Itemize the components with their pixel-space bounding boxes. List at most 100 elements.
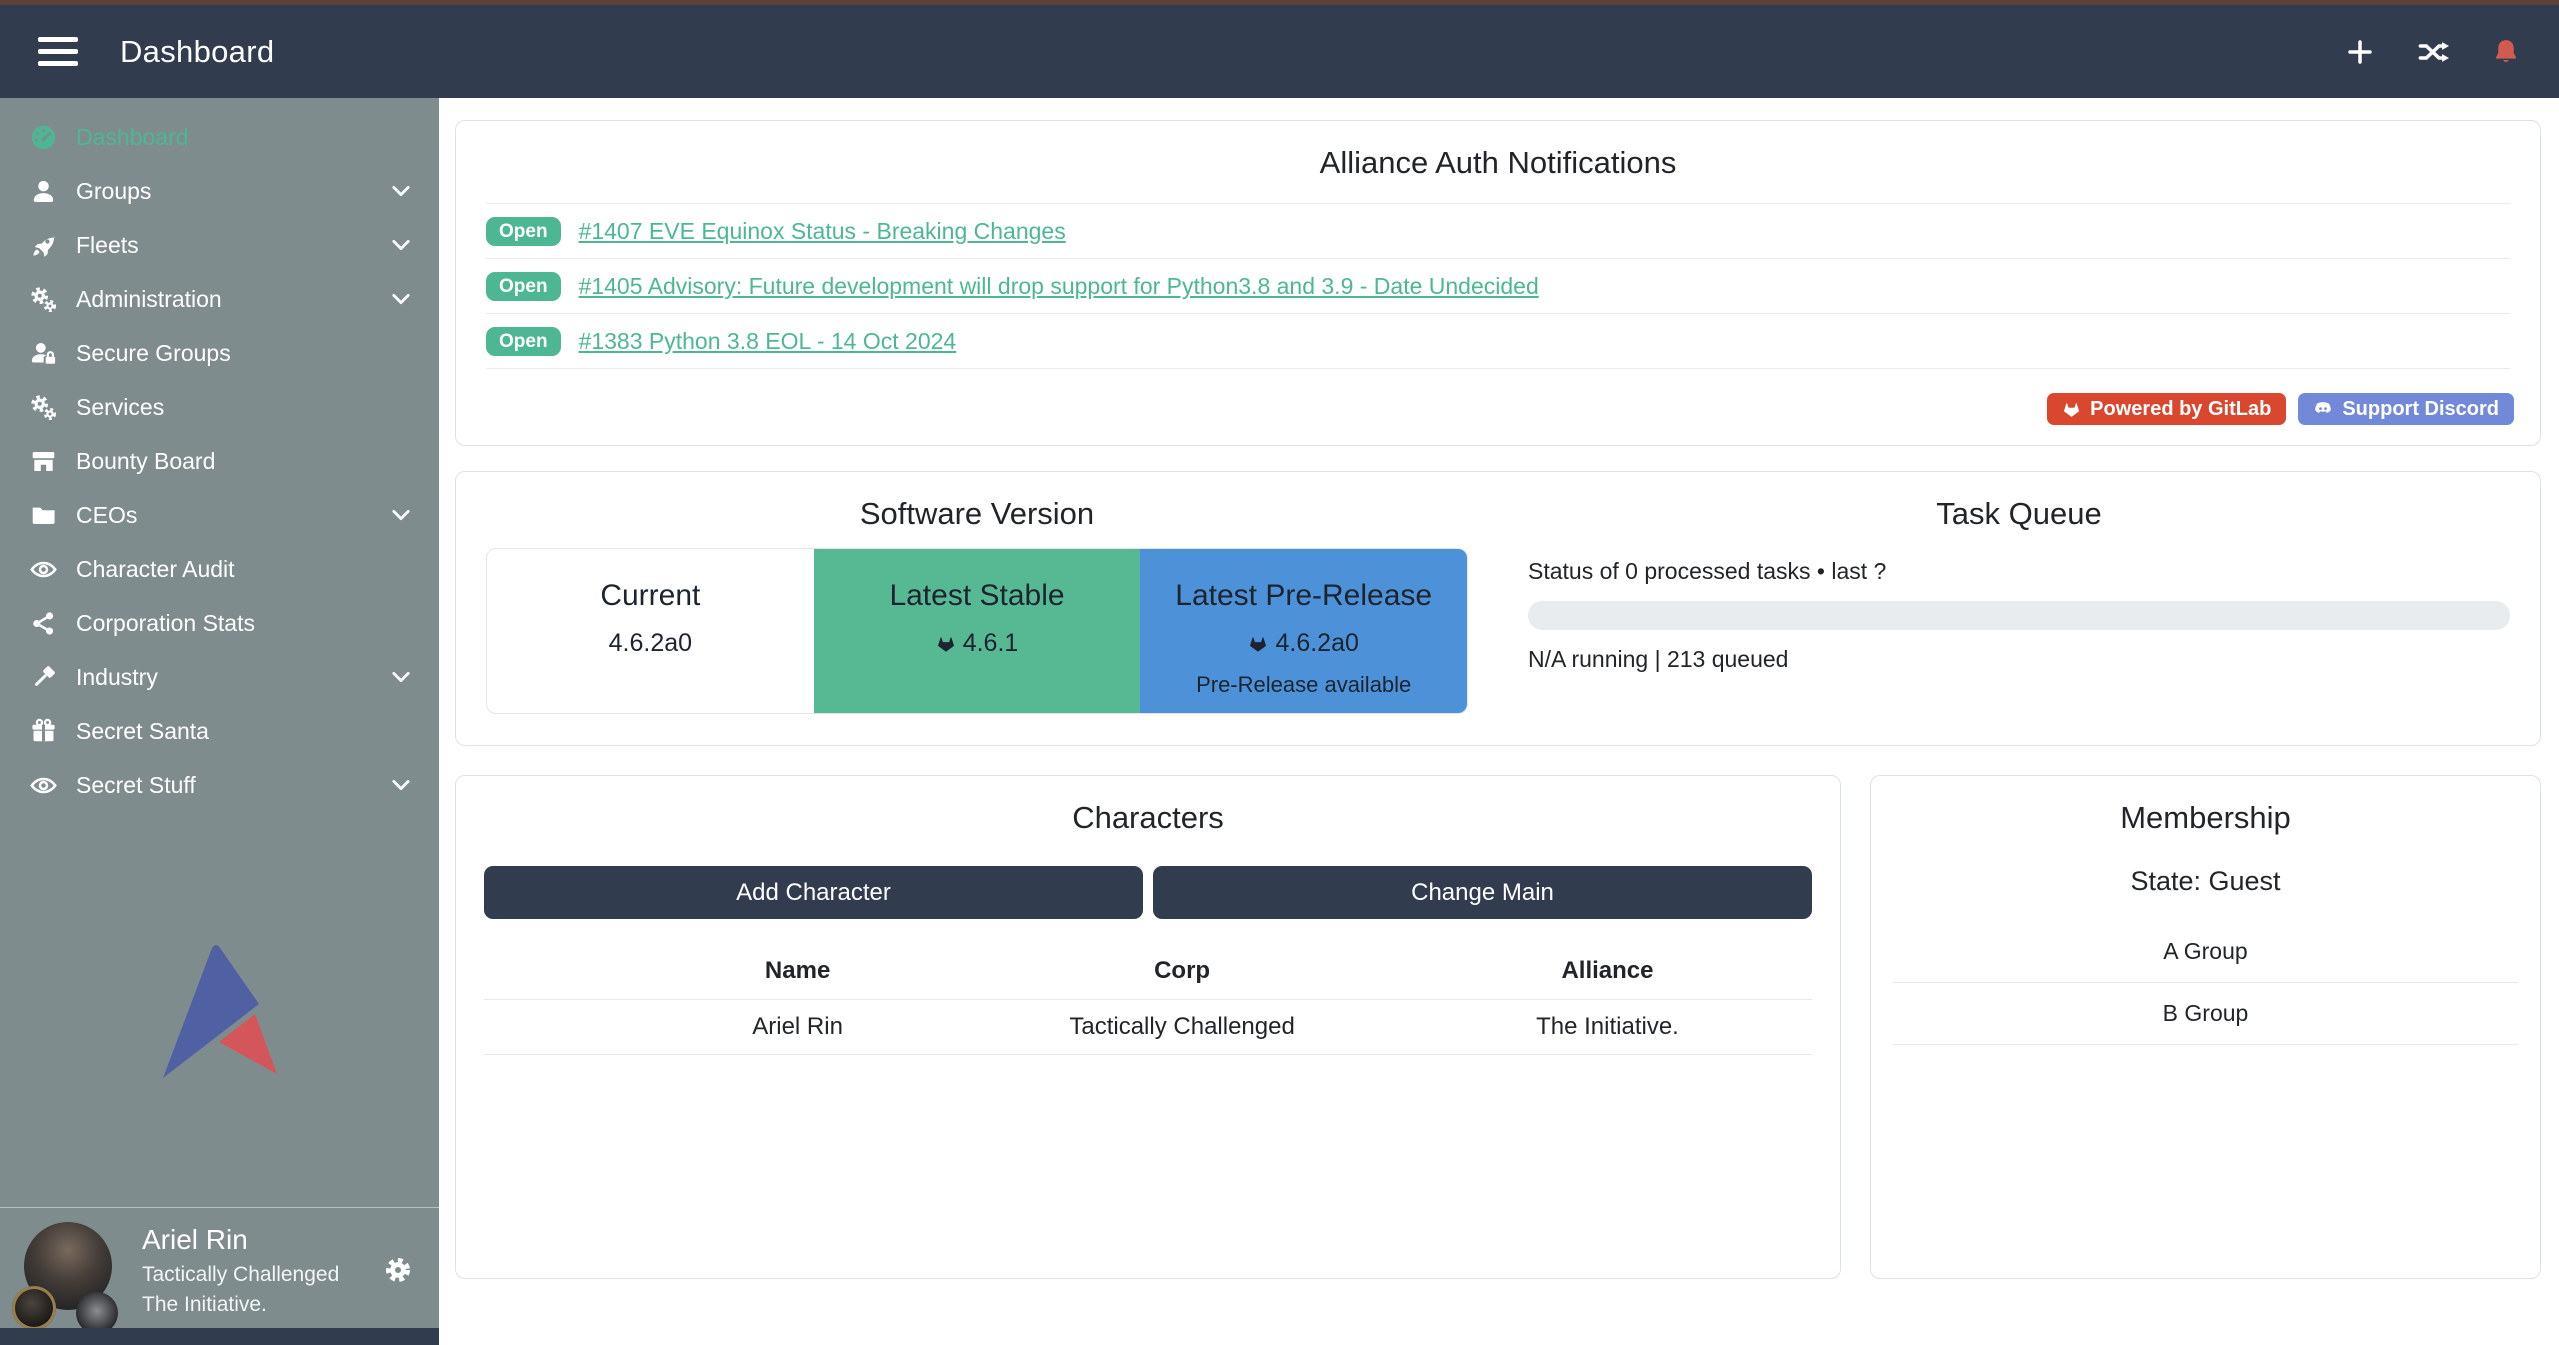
list-item: A Group	[1893, 921, 2518, 983]
chevron-down-icon	[389, 287, 413, 311]
header-name: Name	[634, 957, 961, 985]
task-queue-status: Status of 0 processed tasks • last ?	[1528, 558, 2510, 585]
membership-panel: Membership State: Guest A Group B Group	[1870, 775, 2541, 1279]
version-note: Pre-Release available	[1140, 672, 1467, 698]
sidebar-item-label: Groups	[76, 178, 151, 205]
gitlab-badge[interactable]: Powered by GitLab	[2047, 393, 2286, 425]
sidebar-item-services[interactable]: Services	[0, 380, 439, 434]
folder-icon	[30, 502, 76, 529]
sidebar-item-character-audit[interactable]: Character Audit	[0, 542, 439, 596]
version-col-label: Latest Pre-Release	[1140, 579, 1467, 613]
membership-group-list: A Group B Group	[1893, 921, 2518, 1045]
status-badge: Open	[486, 327, 561, 356]
sidebar-item-industry[interactable]: Industry	[0, 650, 439, 704]
app-root: Dashboard	[0, 0, 2559, 1345]
gitlab-tanuki-icon	[2062, 400, 2081, 419]
discord-badge-label: Support Discord	[2342, 399, 2499, 419]
cell-corp: Tactically Challenged	[961, 1013, 1403, 1041]
sidebar-user-panel: Ariel Rin Tactically Challenged The Init…	[0, 1207, 439, 1328]
share-icon	[30, 610, 76, 637]
sidebar-item-label: Bounty Board	[76, 448, 215, 475]
user-corp: Tactically Challenged	[142, 1262, 339, 1288]
sidebar-item-administration[interactable]: Administration	[0, 272, 439, 326]
sidebar-item-label: Character Audit	[76, 556, 235, 583]
version-col-label: Latest Stable	[814, 579, 1141, 613]
alliance-auth-logo	[0, 812, 439, 1207]
sidebar-item-secret-santa[interactable]: Secret Santa	[0, 704, 439, 758]
notifications-panel: Alliance Auth Notifications Open #1407 E…	[455, 120, 2541, 446]
notification-link[interactable]: #1405 Advisory: Future development will …	[579, 273, 1539, 300]
gitlab-tanuki-icon	[936, 634, 956, 654]
top-navbar: Dashboard	[0, 0, 2559, 98]
notifications-list: Open #1407 EVE Equinox Status - Breaking…	[486, 203, 2510, 369]
list-item: B Group	[1893, 983, 2518, 1045]
sidebar-item-dashboard[interactable]: Dashboard	[0, 110, 439, 164]
menu-toggle-icon[interactable]	[38, 37, 78, 66]
notification-link[interactable]: #1383 Python 3.8 EOL - 14 Oct 2024	[579, 328, 957, 355]
chevron-down-icon	[389, 179, 413, 203]
gears-icon	[30, 394, 76, 421]
rocket-icon	[30, 232, 76, 259]
sidebar-item-label: Industry	[76, 664, 158, 691]
page-title: Dashboard	[120, 34, 274, 70]
change-main-button[interactable]: Change Main	[1153, 866, 1812, 919]
settings-gear-icon[interactable]	[383, 1255, 413, 1285]
corp-logo	[12, 1286, 56, 1330]
version-col-label: Current	[487, 579, 814, 613]
sidebar-item-secret-stuff[interactable]: Secret Stuff	[0, 758, 439, 812]
notification-row: Open #1407 EVE Equinox Status - Breaking…	[486, 204, 2510, 259]
sidebar-item-groups[interactable]: Groups	[0, 164, 439, 218]
sidebar-item-corporation-stats[interactable]: Corporation Stats	[0, 596, 439, 650]
sidebar-item-bounty-board[interactable]: Bounty Board	[0, 434, 439, 488]
task-queue-title: Task Queue	[1528, 472, 2510, 532]
version-value: 4.6.1	[963, 629, 1019, 658]
chevron-down-icon	[389, 503, 413, 527]
software-version-title: Software Version	[486, 472, 1468, 532]
version-value: 4.6.2a0	[1275, 629, 1358, 658]
header-alliance: Alliance	[1403, 957, 1812, 985]
version-col-prerelease: Latest Pre-Release 4.6.2a0 Pre-Release a…	[1140, 549, 1467, 713]
notifications-bell-icon[interactable]	[2491, 37, 2521, 67]
notification-link[interactable]: #1407 EVE Equinox Status - Breaking Chan…	[579, 218, 1066, 245]
sidebar-item-label: Secret Santa	[76, 718, 209, 745]
discord-badge[interactable]: Support Discord	[2298, 393, 2514, 425]
add-icon[interactable]	[2345, 37, 2375, 67]
software-taskqueue-panel: Software Version Current 4.6.2a0 Latest …	[455, 471, 2541, 746]
sidebar-menu: Dashboard Groups Fleets	[0, 98, 439, 812]
version-box: Current 4.6.2a0 Latest Stable 4.6.1 Late…	[486, 548, 1468, 714]
version-col-current: Current 4.6.2a0	[487, 549, 814, 713]
task-queue-progressbar	[1528, 601, 2510, 630]
gears-icon	[30, 286, 76, 313]
eye-icon	[30, 556, 76, 583]
sidebar-item-label: Fleets	[76, 232, 139, 259]
task-queue-section: Task Queue Status of 0 processed tasks •…	[1498, 472, 2540, 745]
discord-icon	[2313, 399, 2333, 419]
store-icon	[30, 448, 76, 475]
user-avatar	[24, 1222, 114, 1318]
header-corp: Corp	[961, 957, 1403, 985]
add-character-button[interactable]: Add Character	[484, 866, 1143, 919]
version-col-stable: Latest Stable 4.6.1	[814, 549, 1141, 713]
status-badge: Open	[486, 272, 561, 301]
sidebar-item-secure-groups[interactable]: Secure Groups	[0, 326, 439, 380]
characters-table: Name Corp Alliance Ariel Rin Tactically …	[484, 943, 1812, 1055]
shuffle-icon[interactable]	[2417, 36, 2449, 68]
gauge-icon	[30, 124, 76, 151]
sidebar-item-ceos[interactable]: CEOs	[0, 488, 439, 542]
user-lock-icon	[30, 340, 76, 367]
user-icon	[30, 178, 76, 205]
sidebar-item-label: Secret Stuff	[76, 772, 196, 799]
sidebar-item-label: CEOs	[76, 502, 137, 529]
notifications-footer: Powered by GitLab Support Discord	[456, 369, 2540, 445]
task-queue-counts: N/A running | 213 queued	[1528, 646, 2510, 673]
sidebar-item-label: Services	[76, 394, 164, 421]
table-row: Ariel Rin Tactically Challenged The Init…	[484, 1000, 1812, 1055]
user-alliance: The Initiative.	[142, 1292, 339, 1318]
status-badge: Open	[486, 217, 561, 246]
cell-name: Ariel Rin	[634, 1013, 961, 1041]
chevron-down-icon	[389, 233, 413, 257]
user-name: Ariel Rin	[142, 1222, 339, 1257]
notifications-title: Alliance Auth Notifications	[456, 121, 2540, 181]
sidebar-item-fleets[interactable]: Fleets	[0, 218, 439, 272]
sidebar-item-label: Administration	[76, 286, 222, 313]
